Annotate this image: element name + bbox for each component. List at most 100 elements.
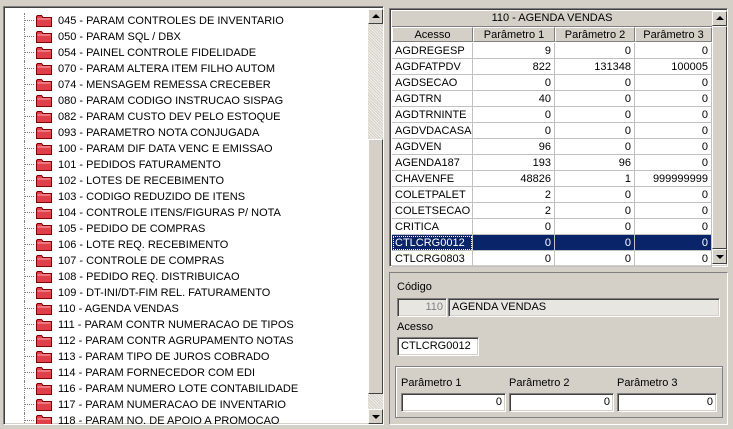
codigo-field[interactable]: 110 [397, 298, 447, 317]
table-cell: 0 [635, 91, 712, 107]
folder-icon [36, 319, 52, 331]
table-cell: 0 [555, 235, 635, 251]
table-cell: CTLCRG0012 [392, 235, 473, 251]
tree-item[interactable]: 100 - PARAM DIF DATA VENC E EMISSAO [6, 141, 369, 157]
grid-scroll-thumb[interactable] [712, 26, 727, 249]
table-cell: 48826 [473, 171, 555, 187]
tree-item[interactable]: 116 - PARAM NUMERO LOTE CONTABILIDADE [6, 381, 369, 397]
grid-scrollbar[interactable] [712, 11, 727, 264]
folder-icon [36, 223, 52, 235]
tree-item[interactable]: 054 - PAINEL CONTROLE FIDELIDADE [6, 45, 369, 61]
tree-item[interactable]: 118 - PARAM NO. DE APOIO A PROMOCAO [6, 413, 369, 424]
tree-connector [24, 228, 34, 229]
tree-item-label: 109 - DT-INI/DT-FIM REL. FATURAMENTO [58, 287, 271, 299]
tree-connector [24, 109, 25, 125]
p3-field[interactable]: 0 [617, 393, 717, 412]
tree-item[interactable]: 117 - PARAM NUMERACAO DE INVENTARIO [6, 397, 369, 413]
table-cell: 0 [473, 107, 555, 123]
tree-item-label: 074 - MENSAGEM REMESSA CRECEBER [58, 79, 271, 91]
grid-scroll-down-button[interactable] [712, 249, 727, 264]
tree-connector [24, 349, 25, 365]
tree-item-label: 045 - PARAM CONTROLES DE INVENTARIO [58, 15, 284, 27]
tree-connector [24, 365, 25, 381]
table-cell: 0 [473, 251, 555, 267]
tree-item[interactable]: 070 - PARAM ALTERA ITEM FILHO AUTOM [6, 61, 369, 77]
tree-item[interactable]: 107 - CONTROLE DE COMPRAS [6, 253, 369, 269]
tree-connector [24, 237, 25, 253]
tree-connector [24, 276, 34, 277]
table-cell: 0 [635, 43, 712, 59]
folder-icon [36, 143, 52, 155]
table-cell: 0 [555, 107, 635, 123]
tree-connector [24, 148, 34, 149]
tree-item[interactable]: 082 - PARAM CUSTO DEV PELO ESTOQUE [6, 109, 369, 125]
folder-icon [36, 31, 52, 43]
tree-connector [24, 381, 25, 397]
table-cell: CRITICA [392, 219, 473, 235]
table-cell: CHAVENFE [392, 171, 473, 187]
tree-item-label: 114 - PARAM FORNECEDOR COM EDI [58, 367, 256, 379]
table-cell: 0 [635, 219, 712, 235]
tree-connector [24, 340, 34, 341]
table-cell: 822 [473, 59, 555, 75]
acesso-field[interactable]: CTLCRG0012 [397, 337, 479, 356]
folder-icon [36, 191, 52, 203]
tree-connector [24, 84, 34, 85]
column-header[interactable]: Acesso [392, 27, 473, 42]
tree-scrollbar[interactable] [368, 9, 383, 424]
grid-scroll-up-button[interactable] [712, 11, 727, 26]
tree-item-label: 108 - PEDIDO REQ. DISTRIBUICAO [58, 271, 240, 283]
tree-connector [24, 20, 34, 21]
table-cell: 0 [635, 251, 712, 267]
tree-connector [24, 301, 25, 317]
table-cell: COLETSECAO [392, 203, 473, 219]
tree-item[interactable]: 080 - PARAM CODIGO INSTRUCAO SISPAG [6, 93, 369, 109]
scroll-up-button[interactable] [368, 9, 383, 24]
p1-field[interactable]: 0 [401, 393, 506, 412]
p2-label: Parâmetro 2 [509, 377, 570, 389]
parameters-grid[interactable]: 110 - AGENDA VENDAS Acesso Parâmetro 1 Par… [389, 8, 728, 267]
column-header[interactable]: Parâmetro 3 [635, 27, 712, 42]
tree-item[interactable]: 113 - PARAM TIPO DE JUROS COBRADO [6, 349, 369, 365]
table-cell: COLETPALET [392, 187, 473, 203]
tree-connector [24, 141, 25, 157]
tree-item[interactable]: 074 - MENSAGEM REMESSA CRECEBER [6, 77, 369, 93]
column-header[interactable]: Parâmetro 2 [555, 27, 635, 42]
tree-connector [24, 260, 34, 261]
tree-item[interactable]: 102 - LOTES DE RECEBIMENTO [6, 173, 369, 189]
codigo-description-field[interactable]: AGENDA VENDAS [448, 298, 720, 317]
tree-item-label: 093 - PARAMETRO NOTA CONJUGADA [58, 127, 260, 139]
table-cell: 0 [555, 203, 635, 219]
tree-item[interactable]: 093 - PARAMETRO NOTA CONJUGADA [6, 125, 369, 141]
tree-item[interactable]: 108 - PEDIDO REQ. DISTRIBUICAO [6, 269, 369, 285]
p3-label: Parâmetro 3 [617, 377, 678, 389]
tree-item[interactable]: 101 - PEDIDOS FATURAMENTO [6, 157, 369, 173]
tree-connector [24, 413, 25, 424]
tree-item[interactable]: 111 - PARAM CONTR NUMERACAO DE TIPOS [6, 317, 369, 333]
tree-item[interactable]: 050 - PARAM SQL / DBX [6, 29, 369, 45]
tree-item[interactable]: 110 - AGENDA VENDAS [6, 301, 369, 317]
tree-connector [24, 317, 25, 333]
p2-field[interactable]: 0 [509, 393, 614, 412]
table-cell: 96 [473, 139, 555, 155]
table-cell: 0 [635, 75, 712, 91]
column-header[interactable]: Parâmetro 1 [473, 27, 555, 42]
tree-connector [24, 125, 25, 141]
tree-item[interactable]: 106 - LOTE REQ. RECEBIMENTO [6, 237, 369, 253]
tree-item[interactable]: 109 - DT-INI/DT-FIM REL. FATURAMENTO [6, 285, 369, 301]
parameter-tree[interactable]: 045 - PARAM CONTROLES DE INVENTARIO 050 -… [3, 6, 384, 425]
table-cell: 193 [473, 155, 555, 171]
tree-item[interactable]: 114 - PARAM FORNECEDOR COM EDI [6, 365, 369, 381]
tree-connector [24, 253, 25, 269]
tree-connector [24, 116, 34, 117]
tree-item-label: 100 - PARAM DIF DATA VENC E EMISSAO [58, 143, 273, 155]
tree-item[interactable]: 103 - CODIGO REDUZIDO DE ITENS [6, 189, 369, 205]
scroll-thumb[interactable] [368, 139, 383, 394]
tree-connector [24, 93, 25, 109]
tree-item[interactable]: 105 - PEDIDO DE COMPRAS [6, 221, 369, 237]
tree-item[interactable]: 045 - PARAM CONTROLES DE INVENTARIO [6, 13, 369, 29]
tree-item[interactable]: 104 - CONTROLE ITENS/FIGURAS P/ NOTA [6, 205, 369, 221]
scroll-down-button[interactable] [368, 409, 383, 424]
tree-connector [24, 269, 25, 285]
tree-item[interactable]: 112 - PARAM CONTR AGRUPAMENTO NOTAS [6, 333, 369, 349]
